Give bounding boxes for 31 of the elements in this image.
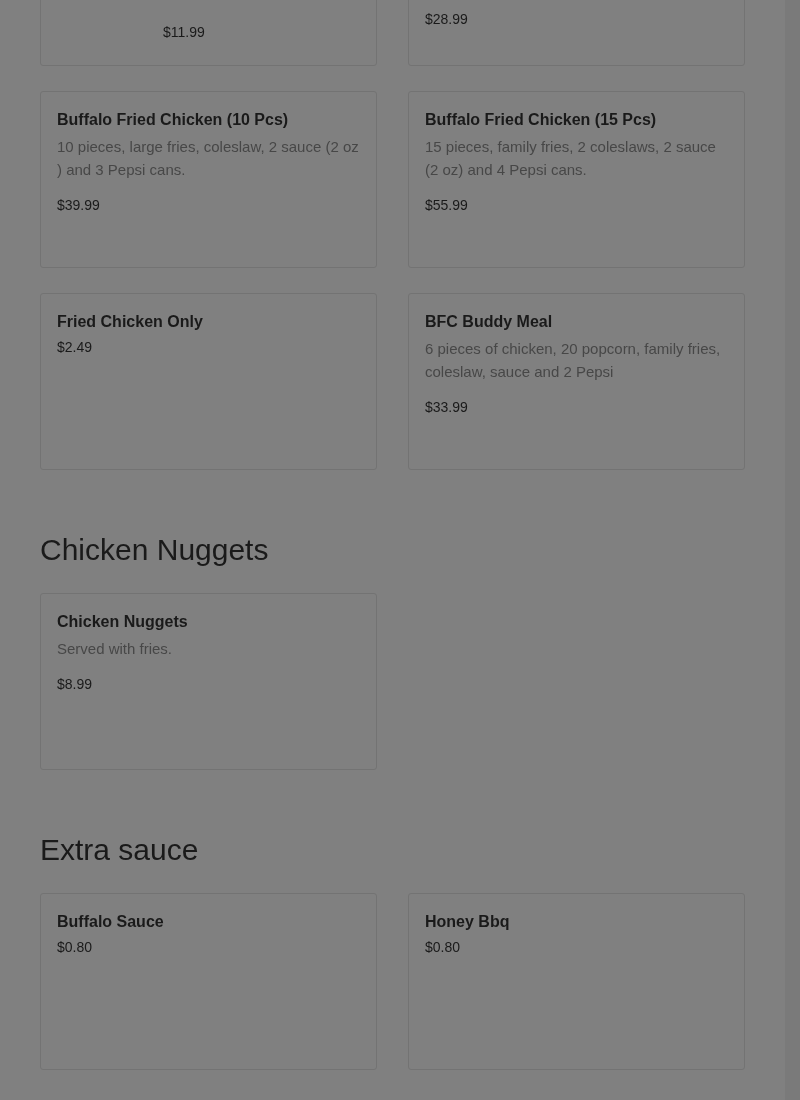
item-description: 15 pieces, family fries, 2 coleslaws, 2 sauce (2 oz) and 4 Pepsi cans. (425, 137, 717, 180)
item-price: $0.80 (425, 938, 461, 957)
item-name: Buffalo Fried Chicken (10 Pcs) (57, 110, 290, 130)
item-name: BFC Buddy Meal (425, 312, 554, 332)
item-name: Fried Chicken Only (57, 312, 204, 332)
item-description: 10 pieces, large fries, coleslaw, 2 sauce (2 oz ) and 3 Pepsi cans. (57, 137, 360, 180)
menu-item-card[interactable]: Fried Chicken Only $2.49 (40, 293, 377, 470)
item-name: Buffalo Sauce (57, 912, 165, 932)
menu-item-card[interactable]: BFC Buddy Meal 6 pieces of chicken, 20 popcorn, family fries, coleslaw, sauce and 2 Pepsi $33.99 (408, 293, 745, 470)
item-price: $28.99 (425, 10, 468, 29)
section-heading: Chicken Nuggets (40, 532, 270, 568)
item-price: $55.99 (425, 196, 468, 215)
item-description: Served with fries. (57, 639, 174, 659)
item-name: Buffalo Fried Chicken (15 Pcs) (425, 110, 658, 130)
item-price: $39.99 (57, 196, 100, 215)
item-description: 6 pieces of chicken, 20 popcorn, family fries, coleslaw, sauce and 2 Pepsi (425, 339, 722, 382)
menu-item-card[interactable]: Buffalo Fried Chicken (10 Pcs) 10 pieces, large fries, coleslaw, 2 sauce (2 oz ) and 3 Pepsi cans. $39.99 (40, 91, 377, 268)
item-name: Chicken Nuggets (57, 612, 189, 632)
menu-item-card[interactable]: $11.99 (40, 0, 377, 66)
menu-item-card[interactable]: $28.99 (408, 0, 745, 66)
menu-item-card[interactable]: Chicken Nuggets Served with fries. $8.99 (40, 593, 377, 770)
item-price: $11.99 (162, 23, 205, 42)
item-name: Honey Bbq (425, 912, 511, 932)
section-heading: Extra sauce (40, 832, 200, 868)
item-price: $0.80 (57, 938, 93, 957)
menu-item-card[interactable]: Buffalo Fried Chicken (15 Pcs) 15 pieces, family fries, 2 coleslaws, 2 sauce (2 oz) and 4 Pepsi cans. $55.99 (408, 91, 745, 268)
menu-item-card[interactable]: Buffalo Sauce $0.80 (40, 893, 377, 1070)
item-price: $8.99 (57, 675, 93, 694)
item-price: $2.49 (57, 338, 93, 357)
item-price: $33.99 (425, 398, 468, 417)
menu-item-card[interactable]: Honey Bbq $0.80 (408, 893, 745, 1070)
